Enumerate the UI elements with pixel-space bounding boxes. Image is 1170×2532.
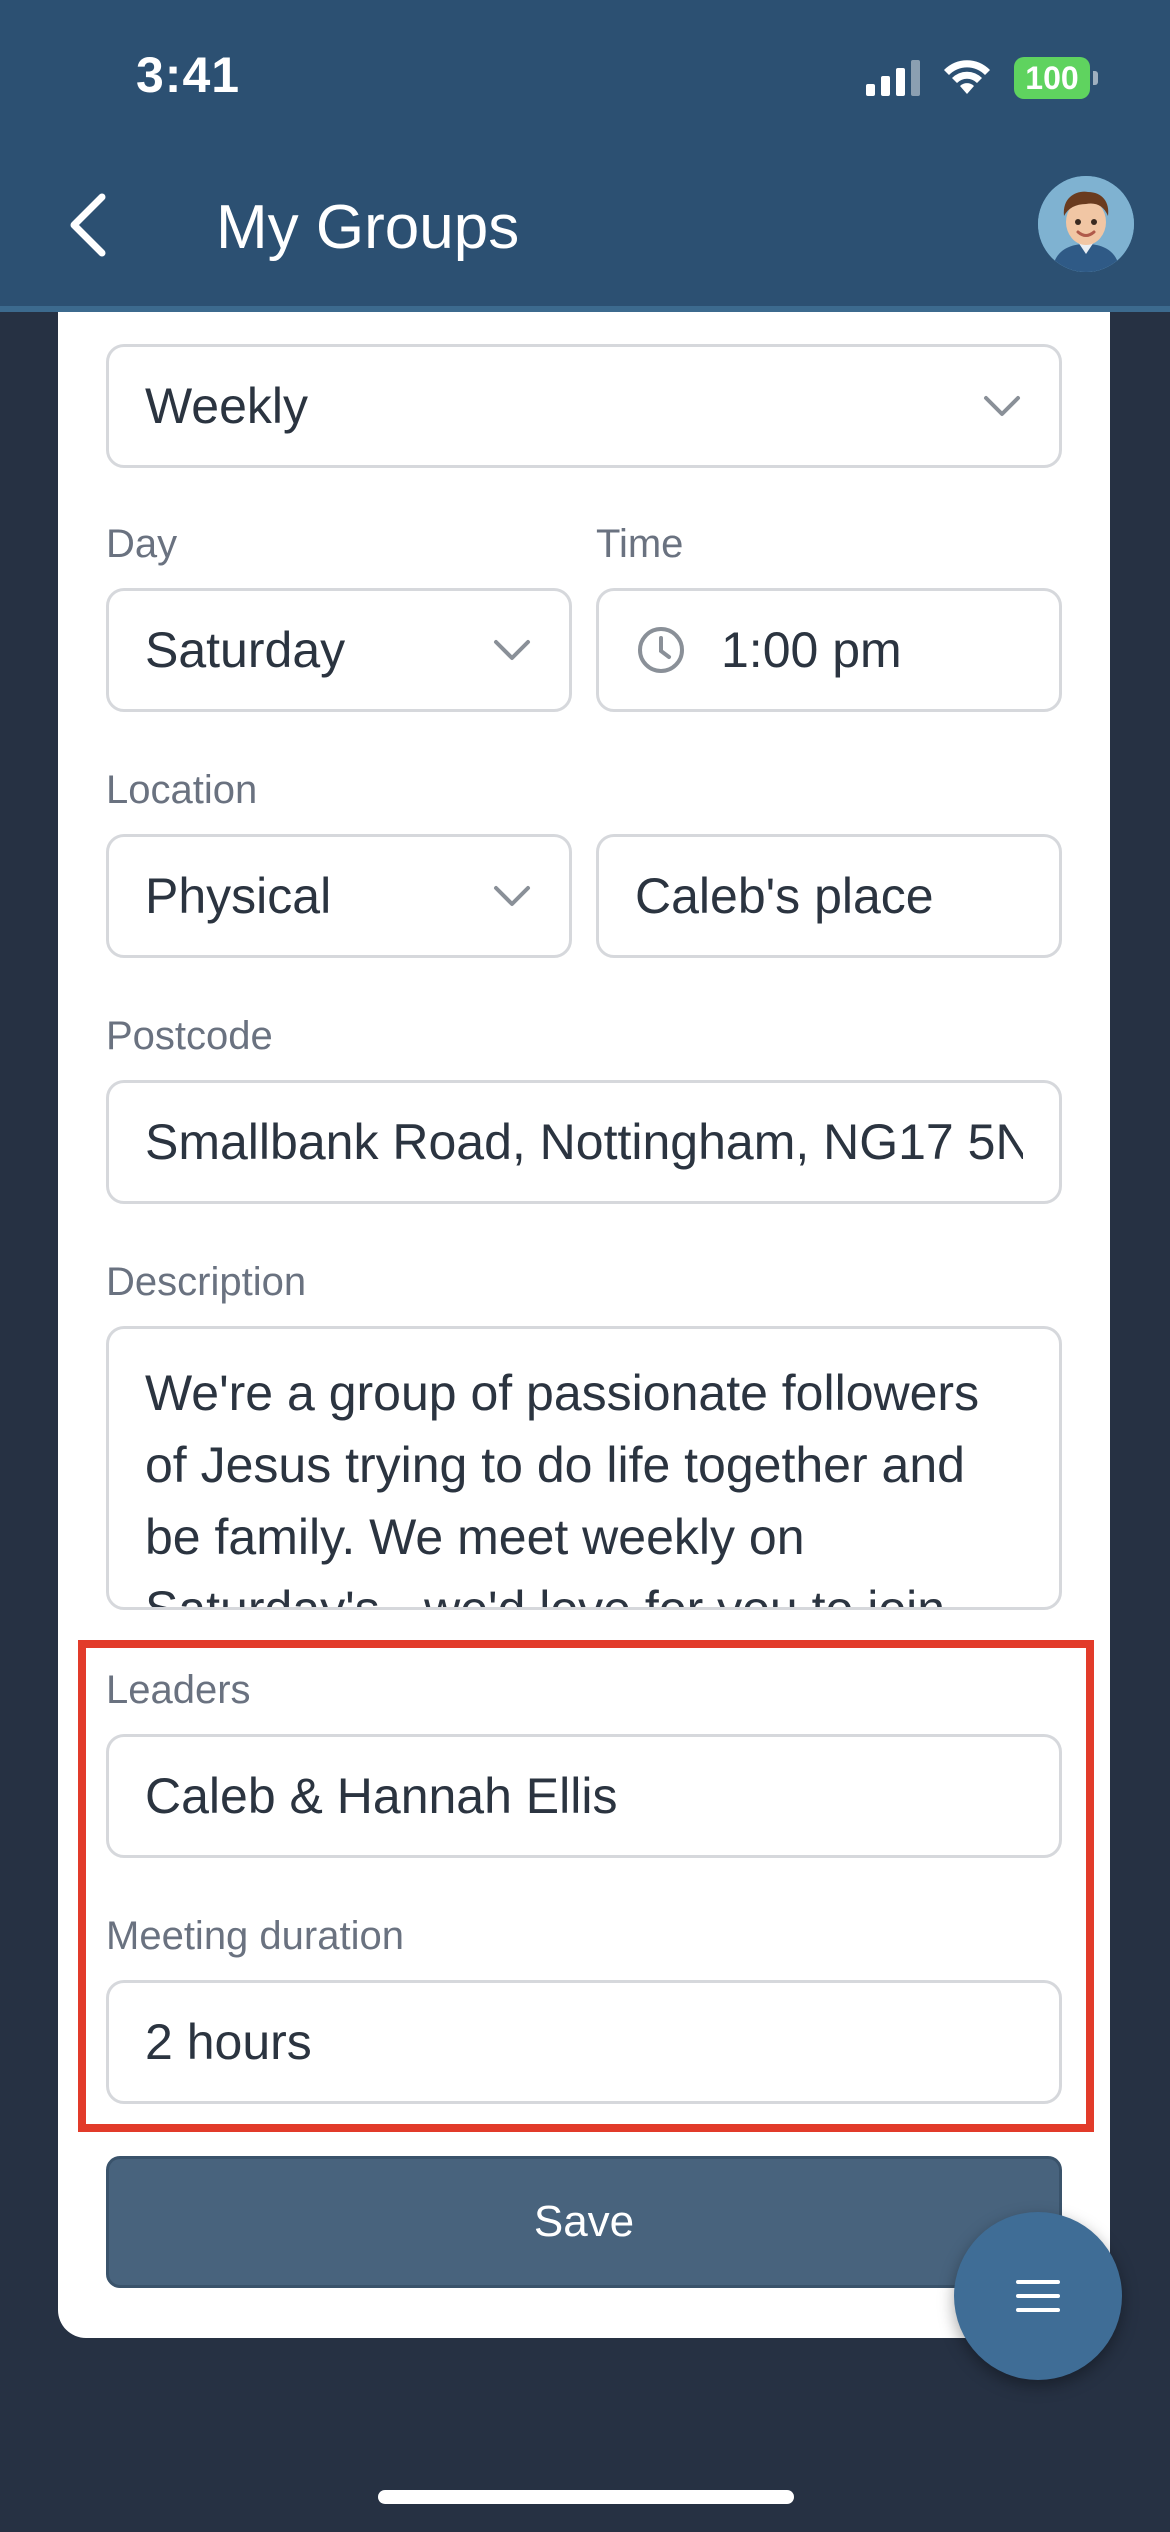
- location-place-value: Caleb's place: [635, 868, 934, 924]
- time-value: 1:00 pm: [721, 622, 902, 678]
- location-type-value: Physical: [145, 868, 332, 924]
- chevron-down-icon: [491, 629, 533, 671]
- leaders-input[interactable]: Caleb & Hannah Ellis: [106, 1734, 1062, 1858]
- save-button[interactable]: Save: [106, 2156, 1062, 2288]
- back-button[interactable]: [58, 190, 118, 260]
- postcode-value: Smallbank Road, Nottingham, NG17 5N: [145, 1114, 1023, 1170]
- time-input[interactable]: 1:00 pm: [596, 588, 1062, 712]
- chevron-down-icon: [491, 875, 533, 917]
- status-time: 3:41: [136, 47, 241, 103]
- location-type-select[interactable]: Physical: [106, 834, 572, 958]
- battery-icon: 100: [1014, 57, 1098, 99]
- avatar-image: [1038, 176, 1134, 272]
- home-indicator[interactable]: [378, 2490, 794, 2504]
- user-avatar[interactable]: [1038, 176, 1134, 272]
- postcode-label: Postcode: [106, 1014, 273, 1058]
- clock-icon: [635, 624, 687, 676]
- day-select[interactable]: Saturday: [106, 588, 572, 712]
- meeting-duration-value: 2 hours: [145, 2014, 312, 2070]
- day-value: Saturday: [145, 622, 346, 678]
- meeting-duration-input[interactable]: 2 hours: [106, 1980, 1062, 2104]
- wifi-icon: [944, 60, 990, 94]
- day-label: Day: [106, 522, 178, 566]
- description-label: Description: [106, 1260, 307, 1304]
- leaders-value: Caleb & Hannah Ellis: [145, 1768, 618, 1824]
- time-label: Time: [596, 522, 684, 566]
- leaders-label: Leaders: [106, 1668, 251, 1712]
- chevron-down-icon: [981, 385, 1023, 427]
- group-edit-card: Weekly Day Time Saturday 1:00 pm Locatio…: [58, 280, 1110, 2338]
- frequency-value: Weekly: [145, 378, 309, 434]
- cellular-signal-icon: [866, 60, 920, 96]
- location-label: Location: [106, 768, 258, 812]
- postcode-input[interactable]: Smallbank Road, Nottingham, NG17 5N: [106, 1080, 1062, 1204]
- description-textarea[interactable]: We're a group of passionate followers of…: [106, 1326, 1062, 1610]
- app-header: 3:41 100 My Groups: [0, 0, 1170, 312]
- chevron-left-icon: [70, 193, 106, 257]
- menu-icon: [1016, 2280, 1060, 2312]
- page-title: My Groups: [216, 193, 520, 262]
- frequency-select[interactable]: Weekly: [106, 344, 1062, 468]
- menu-fab-button[interactable]: [954, 2212, 1122, 2380]
- meeting-duration-label: Meeting duration: [106, 1914, 404, 1958]
- status-icons: 100: [866, 56, 1098, 100]
- location-place-input[interactable]: Caleb's place: [596, 834, 1062, 958]
